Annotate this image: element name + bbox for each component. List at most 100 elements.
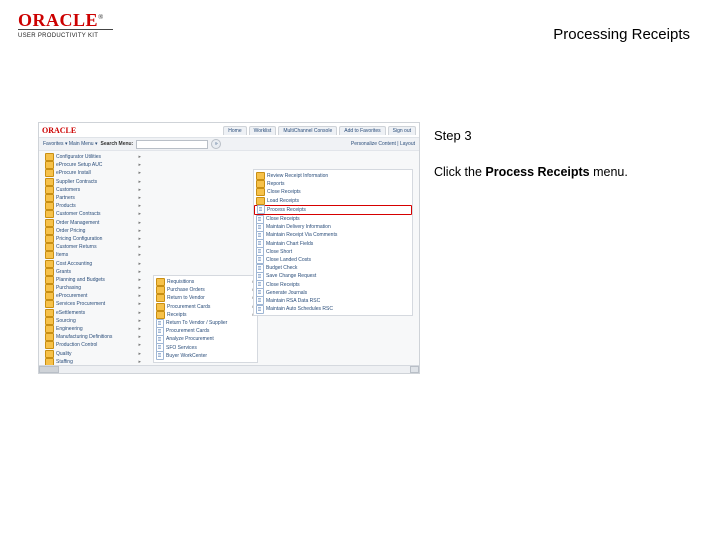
scrollbar-thumb[interactable] (39, 366, 59, 373)
submenu-item[interactable]: Review Receipt Information (254, 172, 412, 180)
folder-icon (45, 153, 54, 161)
scrollbar-right-arrow[interactable] (410, 366, 419, 373)
menu-item[interactable]: Configurator Utilities▸ (43, 153, 143, 161)
chevron-right-icon: ▸ (138, 170, 143, 176)
page-title: Processing Receipts (553, 26, 690, 43)
submenu-item[interactable]: Load Receipts (254, 197, 412, 205)
submenu-item[interactable]: Close Receipts (254, 280, 412, 288)
menu-item-label: Supplier Contracts (56, 179, 97, 185)
submenu-item[interactable]: Maintain Receipt Via Comments (254, 231, 412, 239)
app-tab[interactable]: Worklist (249, 126, 277, 135)
menu-col-2: Requisitions▸Purchase Orders▸Return to V… (153, 275, 258, 363)
menu-item[interactable]: Sourcing▸ (43, 317, 143, 325)
chevron-right-icon: ▸ (138, 359, 143, 365)
submenu-item[interactable]: Return To Vendor / Supplier (154, 319, 257, 327)
chevron-right-icon: ▸ (138, 342, 143, 348)
menu-item[interactable]: Customers▸ (43, 186, 143, 194)
submenu-item-label: Analyze Procurement (166, 336, 214, 342)
submenu-item-label: Review Receipt Information (267, 173, 328, 179)
menu-item[interactable]: Customer Returns▸ (43, 243, 143, 251)
menu-item[interactable]: Customer Contracts▸ (43, 210, 143, 218)
personalize-link[interactable]: Personalize Content | Layout (351, 141, 415, 147)
folder-icon (45, 268, 54, 276)
menu-item[interactable]: eProcure Setup AUC▸ (43, 161, 143, 169)
submenu-item[interactable]: Close Short (254, 248, 412, 256)
search-input[interactable] (136, 140, 208, 149)
process-receipts-menu[interactable]: Process Receipts (254, 205, 412, 215)
folder-icon (45, 325, 54, 333)
app-logo: ORACLE (42, 126, 76, 135)
chevron-right-icon: ▸ (138, 220, 143, 226)
menu-item[interactable]: Services Procurement▸ (43, 300, 143, 308)
breadcrumb[interactable]: Favorites ▾ Main Menu ▾ (43, 141, 97, 147)
submenu-item[interactable]: Save Change Request (254, 272, 412, 280)
submenu-item[interactable]: Generate Journals (254, 289, 412, 297)
submenu-item[interactable]: Close Landed Costs (254, 256, 412, 264)
folder-icon (45, 243, 54, 251)
step-text: Click the Process Receipts menu. (434, 165, 694, 179)
folder-icon (45, 161, 54, 169)
menu-item[interactable]: Partners ▸ (43, 194, 143, 202)
submenu-item[interactable]: Maintain Auto Schedules RSC (254, 305, 412, 313)
menu-item[interactable]: Supplier Contracts▸ (43, 178, 143, 186)
submenu-item[interactable]: Close Receipts (254, 215, 412, 223)
folder-icon (45, 186, 54, 194)
submenu-item[interactable]: Reports (254, 180, 412, 188)
submenu-item-label: Return To Vendor / Supplier (166, 320, 227, 326)
submenu-item[interactable]: Analyze Procurement (154, 335, 257, 343)
brand-block: ORACLE® USER PRODUCTIVITY KIT (18, 10, 113, 39)
menu-item[interactable]: eProcurement▸ (43, 292, 143, 300)
submenu-item-label: Maintain Receipt Via Comments (266, 232, 337, 238)
menu-item[interactable]: Products▸ (43, 202, 143, 210)
folder-icon (45, 284, 54, 292)
submenu-item[interactable]: Buyer WorkCenter (154, 352, 257, 360)
chevron-right-icon: ▸ (138, 228, 143, 234)
horizontal-scrollbar[interactable] (39, 365, 419, 373)
oracle-logo: ORACLE® (18, 10, 113, 27)
submenu-item[interactable]: Return to Vendor▸ (154, 294, 257, 302)
submenu-item[interactable]: Maintain RSA Data RSC (254, 297, 412, 305)
submenu-item[interactable]: Purchase Orders▸ (154, 286, 257, 294)
menu-item[interactable]: Order Pricing▸ (43, 227, 143, 235)
menu-item[interactable]: eSettlements▸ (43, 309, 143, 317)
menu-item[interactable]: Engineering▸ (43, 325, 143, 333)
submenu-item[interactable]: Budget Check (254, 264, 412, 272)
app-tab[interactable]: Sign out (388, 126, 416, 135)
chevron-right-icon: ▸ (138, 195, 143, 201)
menu-item[interactable]: Grants▸ (43, 268, 143, 276)
menu-col-3: Review Receipt InformationReportsClose R… (253, 169, 413, 316)
submenu-item[interactable]: Procurement Cards▸ (154, 303, 257, 311)
menu-item-label: Services Procurement (56, 301, 105, 307)
menu-item[interactable]: Purchasing▸ (43, 284, 143, 292)
menu-item[interactable]: Production Control▸ (43, 341, 143, 349)
menu-item[interactable]: Manufacturing Definitions▸ (43, 333, 143, 341)
submenu-item[interactable]: Procurement Cards (154, 327, 257, 335)
submenu-item[interactable]: Close Receipts (254, 188, 412, 196)
submenu-item[interactable]: Requisitions▸ (154, 278, 257, 286)
folder-icon (256, 172, 265, 180)
menu-item[interactable]: Quality▸ (43, 350, 143, 358)
menu-item[interactable]: Items▸ (43, 251, 143, 259)
search-go-button[interactable]: » (211, 139, 221, 149)
menu-item-label: Partners (56, 195, 75, 201)
app-tab[interactable]: Add to Favorites (339, 126, 385, 135)
submenu-item[interactable]: SFO Services (154, 344, 257, 352)
menu-item[interactable]: Pricing Configuration▸ (43, 235, 143, 243)
submenu-item[interactable]: Maintain Chart Fields (254, 240, 412, 248)
app-tab[interactable]: MultiChannel Console (278, 126, 337, 135)
menu-item-label: eProcure Install (56, 170, 91, 176)
chevron-right-icon: ▸ (138, 318, 143, 324)
app-screenshot: ORACLE HomeWorklistMultiChannel ConsoleA… (38, 122, 420, 374)
submenu-item-label: Close Receipts (266, 216, 300, 222)
submenu-item[interactable]: Maintain Delivery Information (254, 223, 412, 231)
menu-item[interactable]: Order Management▸ (43, 219, 143, 227)
menu-item[interactable]: Cost Accounting▸ (43, 259, 143, 267)
menu-item[interactable]: Planning and Budgets▸ (43, 276, 143, 284)
instr-bold: Process Receipts (485, 165, 589, 179)
chevron-right-icon: ▸ (138, 154, 143, 160)
menu-item-label: Customers (56, 187, 80, 193)
app-tab[interactable]: Home (223, 126, 246, 135)
menu-item-label: eProcurement (56, 293, 87, 299)
menu-item[interactable]: eProcure Install ▸ (43, 169, 143, 177)
submenu-item[interactable]: Receipts▸ (154, 311, 257, 319)
